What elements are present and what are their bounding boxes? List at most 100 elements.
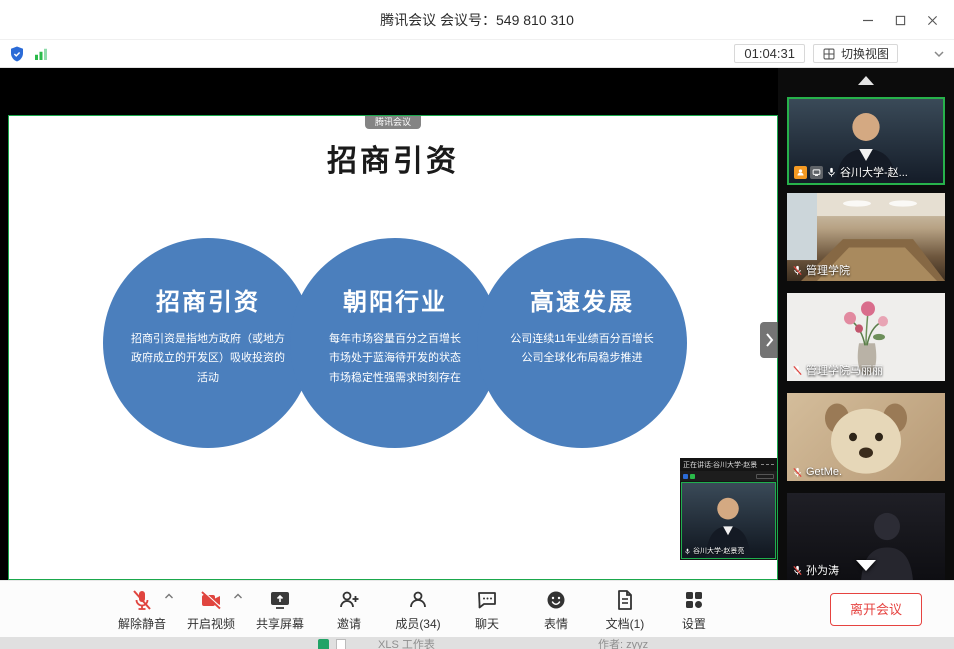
info-circle-growth: 高速发展 公司连续11年业绩百分百增长 公司全球化布局稳步推进: [477, 238, 687, 448]
invite-label: 邀请: [337, 615, 361, 632]
info-circle-investment: 招商引资 招商引资是指地方政府（或地方政府成立的开发区）吸收投资的活动: [103, 238, 313, 448]
meeting-toolbar: 解除静音 开启视频 共享屏幕: [0, 580, 954, 637]
invite-icon: [337, 588, 362, 613]
chat-label: 聊天: [475, 615, 499, 632]
chevron-right-icon: [764, 332, 774, 348]
members-label: 成员(34): [395, 615, 440, 632]
toolbar-items: 解除静音 开启视频 共享屏幕: [118, 581, 718, 638]
pip-security-icon: [683, 474, 688, 479]
unmute-button[interactable]: 解除静音: [118, 588, 166, 632]
collapse-sidebar-button[interactable]: [760, 322, 778, 358]
share-screen-button[interactable]: 共享屏幕: [256, 588, 304, 632]
participant-name: 管理学院: [806, 262, 850, 278]
participant-name: 管理学院马丽丽: [806, 362, 883, 378]
participant-name: GetMe.: [806, 466, 842, 478]
window-controls: [852, 0, 948, 40]
triangle-up-icon: [858, 76, 874, 85]
participant-label-row: GetMe.: [792, 466, 842, 478]
share-screen-icon: [268, 588, 293, 613]
circle-body: 招商引资是指地方政府（或地方政府成立的开发区）吸收投资的活动: [103, 330, 313, 388]
network-security-icon[interactable]: [8, 45, 26, 63]
members-button[interactable]: 成员(34): [394, 588, 442, 632]
participant-label-row: 管理学院马丽丽: [792, 362, 883, 378]
shared-slide: 腾讯会议 招商引资 招商引资 招商引资是指地方政府（或地方政府成立的开发区）吸收…: [8, 115, 778, 580]
emoji-icon: [543, 588, 568, 613]
chevron-up-icon: [164, 592, 174, 600]
info-circle-industry: 朝阳行业 每年市场容量百分之百增长 市场处于蓝海待开发的状态 市场稳定性强需求时…: [290, 238, 500, 448]
floating-meeting-window[interactable]: 正在讲话:谷川大学-赵景亮 谷川大学-赵景亮: [680, 458, 777, 560]
pip-signal-icon: [690, 474, 695, 479]
maximize-icon: [895, 15, 906, 26]
microphone-muted-icon: [130, 588, 155, 613]
document-icon: [612, 588, 637, 613]
unmute-label: 解除静音: [118, 615, 166, 632]
close-button[interactable]: [916, 0, 948, 40]
start-video-button[interactable]: 开启视频: [187, 588, 235, 632]
scroll-up-button[interactable]: [778, 76, 954, 90]
sharing-badge-icon: [810, 166, 823, 179]
switch-view-button[interactable]: 切换视图: [813, 44, 898, 63]
chat-button[interactable]: 聊天: [463, 588, 511, 632]
participants-sidebar: 谷川大学-赵... 管理学院: [778, 68, 954, 580]
meeting-watermark-tag: 腾讯会议: [365, 116, 421, 129]
minimize-button[interactable]: [852, 0, 884, 40]
share-screen-label: 共享屏幕: [256, 615, 304, 632]
chat-icon: [474, 588, 499, 613]
file-type-text: XLS 工作表: [378, 637, 435, 649]
tencent-meeting-window: 腾讯会议 会议号：549 810 310 01:04:31 切换视图: [0, 0, 954, 649]
members-icon: [405, 588, 430, 613]
invite-button[interactable]: 邀请: [325, 588, 373, 632]
pip-name-label-row: 谷川大学-赵景亮: [684, 546, 744, 556]
circle-heading: 招商引资: [103, 282, 313, 317]
leave-meeting-button[interactable]: 离开会议: [830, 593, 922, 626]
docs-label: 文档(1): [606, 615, 645, 632]
emoji-button[interactable]: 表情: [532, 588, 580, 632]
screen-share-stage: 腾讯会议 招商引资 招商引资 招商引资是指地方政府（或地方政府成立的开发区）吸收…: [0, 68, 778, 580]
start-video-label: 开启视频: [187, 615, 235, 632]
microphone-icon: [684, 548, 691, 555]
circle-heading: 高速发展: [477, 282, 687, 317]
circle-heading: 朝阳行业: [290, 282, 500, 317]
settings-label: 设置: [682, 615, 706, 632]
close-icon: [927, 15, 938, 26]
window-titlebar: 腾讯会议 会议号：549 810 310: [0, 0, 954, 40]
pip-participant-name: 谷川大学-赵景亮: [693, 546, 744, 556]
pip-speaking-banner: 正在讲话:谷川大学-赵景亮: [683, 460, 757, 470]
triangle-down-icon: [856, 560, 876, 571]
switch-view-label: 切换视图: [841, 45, 889, 62]
microphone-muted-icon: [792, 265, 803, 276]
circle-body: 公司连续11年业绩百分百增长 公司全球化布局稳步推进: [477, 330, 687, 369]
maximize-button[interactable]: [884, 0, 916, 40]
minimize-icon: [862, 14, 874, 26]
participant-label-row: 谷川大学-赵...: [794, 164, 908, 180]
pip-window-controls: [761, 464, 774, 466]
participant-tile[interactable]: 管理学院马丽丽: [787, 293, 945, 381]
settings-grid-icon: [681, 588, 706, 613]
collapse-topbar-button[interactable]: [932, 47, 946, 61]
participant-tile[interactable]: 管理学院: [787, 193, 945, 281]
chevron-down-icon: [932, 47, 946, 61]
chevron-up-icon: [233, 592, 243, 600]
pip-toolbar: [680, 471, 777, 481]
camera-muted-icon: [199, 588, 224, 613]
layout-grid-icon: [822, 47, 836, 61]
signal-strength-icon[interactable]: [32, 45, 50, 63]
background-window-strip: XLS 工作表 作者: zyyz: [0, 637, 954, 649]
slide-title: 招商引资: [9, 136, 777, 180]
pip-video-tile: 谷川大学-赵景亮: [681, 482, 776, 559]
excel-file-icon: [318, 639, 329, 649]
meeting-timer: 01:04:31: [734, 44, 805, 63]
video-options-button[interactable]: [233, 592, 243, 600]
participant-tile-speaker[interactable]: 谷川大学-赵...: [787, 97, 945, 185]
settings-button[interactable]: 设置: [670, 588, 718, 632]
scroll-down-button[interactable]: [778, 560, 954, 576]
pip-timer-box: [756, 474, 774, 479]
file-author-text: 作者: zyyz: [598, 637, 648, 649]
pip-titlebar: 正在讲话:谷川大学-赵景亮: [680, 458, 777, 471]
audio-options-button[interactable]: [164, 592, 174, 600]
microphone-muted-icon: [792, 365, 803, 376]
participant-name: 谷川大学-赵...: [840, 164, 908, 180]
host-badge-icon: [794, 166, 807, 179]
docs-button[interactable]: 文档(1): [601, 588, 649, 632]
participant-tile[interactable]: GetMe.: [787, 393, 945, 481]
